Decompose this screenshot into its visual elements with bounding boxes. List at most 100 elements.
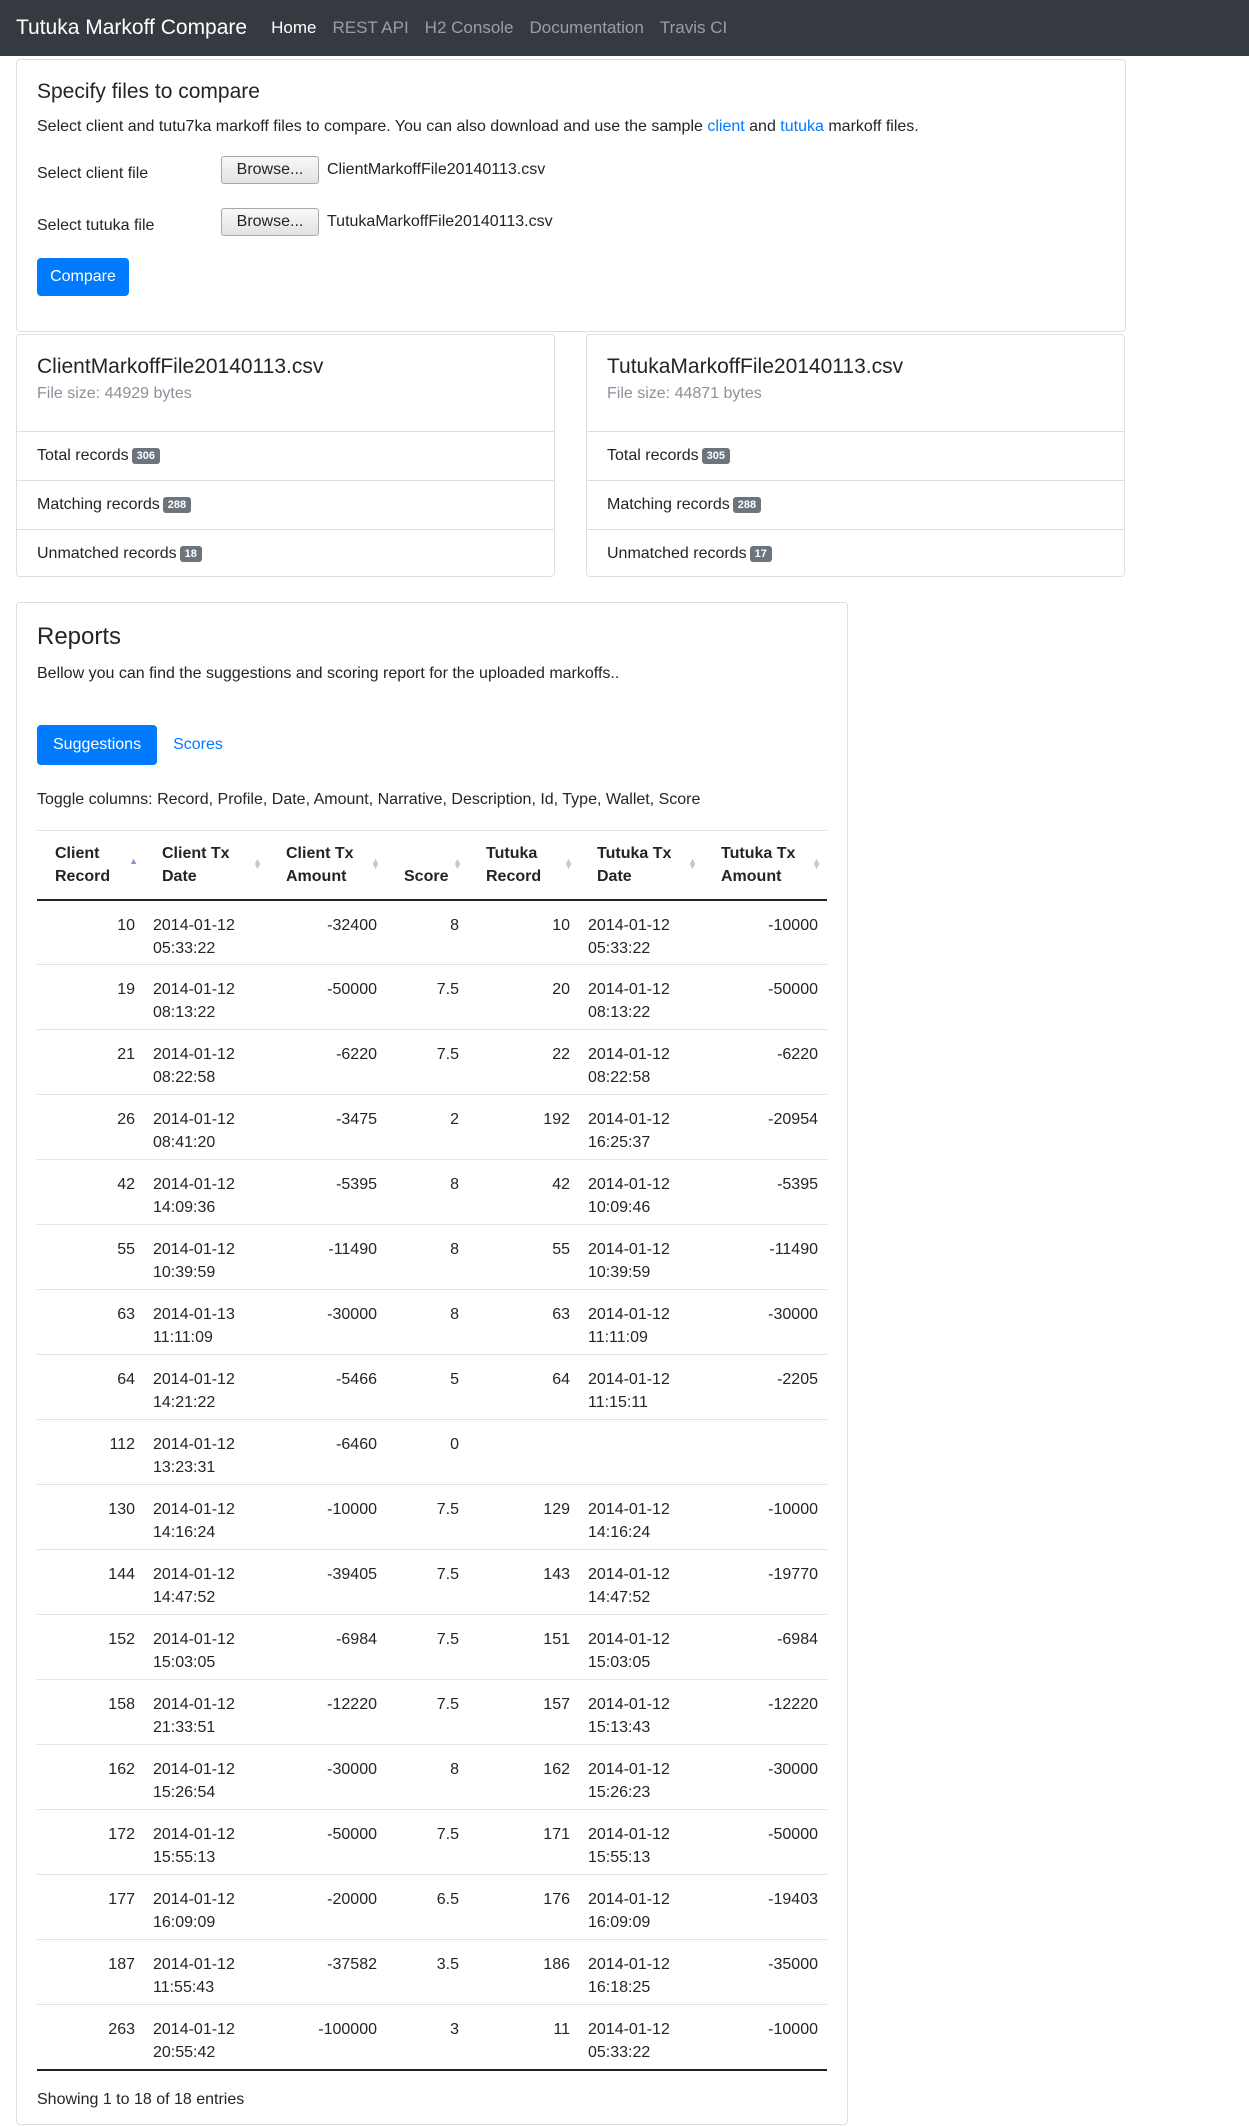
cell-score: 5 [386,1354,468,1420]
cell-score: 8 [386,1224,468,1290]
cell-client-record-value: 19 [117,981,135,998]
cell-tutuka-record: 176 [468,1874,579,1940]
column-header-tutuka-tx-amount[interactable]: Tutuka Tx Amount ▲ ▼ [703,830,827,901]
cell-client-tx-date-value: 14:09:36 [153,1199,216,1216]
sample-client-link[interactable]: client [707,118,744,135]
table-row: 26 2014-01-12 08:41:20 -3475 2 192 2014-01-12 1… [37,1094,827,1160]
client-total-label: Total records [37,447,129,464]
tutuka-matching-badge: 288 [732,497,762,513]
cell-client-tx-date-value: 2014-01-12 [153,1176,235,1193]
column-header-client-tx-amount[interactable]: Client Tx Amount ▲ ▼ [268,830,386,901]
client-browse-button[interactable]: Browse... [221,156,319,184]
cell-client-record-value: 130 [108,1501,135,1518]
cell-score: 7.5 [386,1614,468,1680]
column-header-line2: Date [162,867,197,885]
cell-client-tx-date-value: 2014-01-12 [153,1956,235,1973]
cell-client-record-value: 26 [117,1111,135,1128]
cell-client-tx-amount: -30000 [268,1289,386,1355]
cell-score: 3 [386,2004,468,2071]
cell-tutuka-record-value: 143 [543,1566,570,1583]
cell-client-tx-date-value: 21:33:51 [153,1719,216,1736]
nav-home[interactable]: Home [271,18,316,38]
cell-tutuka-record-value: 192 [543,1111,570,1128]
cell-tutuka-tx-amount: -2205 [703,1354,827,1420]
cell-tutuka-tx-amount-value: -30000 [768,1306,818,1323]
cell-tutuka-record-value: 171 [543,1826,570,1843]
cell-client-tx-amount-value: -100000 [318,2021,377,2038]
cell-tutuka-tx-date: 2014-01-12 16:09:09 [579,1874,703,1940]
cell-tutuka-tx-date-value: 11:15:11 [588,1394,648,1411]
client-matching-label: Matching records [37,496,160,513]
cell-client-tx-amount-value: -6220 [336,1046,377,1063]
column-header-tutuka-tx-date[interactable]: Tutuka Tx Date ▲ ▼ [579,830,703,901]
cell-client-record-value: 172 [108,1826,135,1843]
cell-score-value: 0 [450,1436,459,1453]
table-row: 10 2014-01-12 05:33:22 -32400 8 10 2014-01-12 0… [37,900,827,965]
cell-tutuka-record-value: 10 [552,916,570,934]
cell-client-record-value: 63 [117,1306,135,1323]
cell-tutuka-tx-date-value: 15:03:05 [588,1654,651,1671]
cell-client-tx-date: 2014-01-13 11:11:09 [144,1289,268,1355]
cell-client-tx-amount-value: -10000 [327,1501,377,1518]
cell-score-value: 5 [450,1371,459,1388]
cell-tutuka-record: 42 [468,1159,579,1225]
cell-tutuka-tx-amount-value: -19770 [768,1566,818,1583]
cell-client-tx-date: 2014-01-12 14:16:24 [144,1484,268,1550]
client-file-row: Select client file Browse... ClientMarko… [37,156,545,184]
nav-h2-console[interactable]: H2 Console [425,18,514,38]
cell-tutuka-tx-amount-value: -2205 [777,1371,818,1388]
table-row: 19 2014-01-12 08:13:22 -50000 7.5 20 2014-01-1… [37,964,827,1030]
column-header-score[interactable]: Score ▲ ▼ [386,830,468,901]
cell-client-tx-date-value: 14:21:22 [153,1394,216,1411]
tab-suggestions[interactable]: Suggestions [37,725,158,765]
compare-button[interactable]: Compare [37,258,129,296]
table-row: 63 2014-01-13 11:11:09 -30000 8 63 2014-01-12 1… [37,1289,827,1355]
column-header-client-record[interactable]: Client Record ▲ [37,830,144,901]
cell-client-tx-date-value: 08:22:58 [153,1069,216,1086]
cell-tutuka-tx-date-value: 16:18:25 [588,1979,651,1996]
client-file-name: ClientMarkoffFile20140113.csv [327,161,546,178]
cell-client-tx-amount-value: -37582 [327,1956,377,1973]
cell-tutuka-tx-date-value: 2014-01-12 [588,1631,670,1648]
cell-client-record: 172 [37,1809,144,1875]
cell-score-value: 6.5 [436,1891,459,1908]
table-row: 64 2014-01-12 14:21:22 -5466 5 64 2014-01-12 11… [37,1354,827,1420]
cell-tutuka-tx-date: 2014-01-12 15:03:05 [579,1614,703,1680]
cell-tutuka-tx-amount: -6220 [703,1029,827,1095]
cell-score-value: 3 [450,2021,459,2038]
cell-tutuka-record-value: 22 [552,1046,570,1063]
cell-tutuka-record: 55 [468,1224,579,1290]
tutuka-unmatched-records: Unmatched records 17 [587,529,1124,578]
cell-client-record-value: 144 [108,1566,135,1583]
reports-card: Reports Bellow you can find the suggesti… [16,602,848,2125]
cell-tutuka-tx-date-value: 2014-01-12 [588,1956,670,1973]
table-row: 42 2014-01-12 14:09:36 -5395 8 42 2014-01-12 10… [37,1159,827,1225]
cell-tutuka-tx-amount: -19770 [703,1549,827,1615]
brand-link[interactable]: Tutuka Markoff Compare [16,16,247,40]
cell-client-record: 19 [37,964,144,1030]
cell-tutuka-tx-date-value: 2014-01-12 [588,1371,670,1388]
sample-tutuka-link[interactable]: tutuka [780,118,824,135]
cell-client-tx-date: 2014-01-12 05:33:22 [144,900,268,965]
cell-tutuka-tx-date: 2014-01-12 15:26:23 [579,1744,703,1810]
toggle-columns[interactable]: Toggle columns: Record, Profile, Date, A… [37,791,700,809]
cell-client-tx-date-value: 20:55:42 [153,2044,216,2061]
tab-scores[interactable]: Scores [157,725,239,765]
cell-client-tx-amount-value: -6984 [336,1631,377,1648]
nav-documentation[interactable]: Documentation [530,18,644,38]
column-header-tutuka-record[interactable]: Tutuka Record ▲ ▼ [468,830,579,901]
tutuka-browse-button[interactable]: Browse... [221,208,319,236]
tutuka-unmatched-badge: 17 [749,546,772,562]
nav-travis-ci[interactable]: Travis CI [660,18,727,38]
cell-tutuka-tx-date-value: 2014-01-12 [588,1761,670,1778]
cell-client-tx-amount-value: -3475 [336,1111,377,1128]
cell-tutuka-tx-date-value: 14:16:24 [588,1524,651,1541]
tutuka-file-name: TutukaMarkoffFile20140113.csv [327,213,553,230]
column-header-client-tx-date[interactable]: Client Tx Date ▲ ▼ [144,830,268,901]
cell-tutuka-tx-date: 2014-01-12 15:55:13 [579,1809,703,1875]
cell-score: 7.5 [386,1809,468,1875]
cell-client-record-value: 42 [117,1176,135,1193]
cell-score: 7.5 [386,1484,468,1550]
nav-rest-api[interactable]: REST API [332,18,408,38]
cell-client-tx-date: 2014-01-12 08:22:58 [144,1029,268,1095]
